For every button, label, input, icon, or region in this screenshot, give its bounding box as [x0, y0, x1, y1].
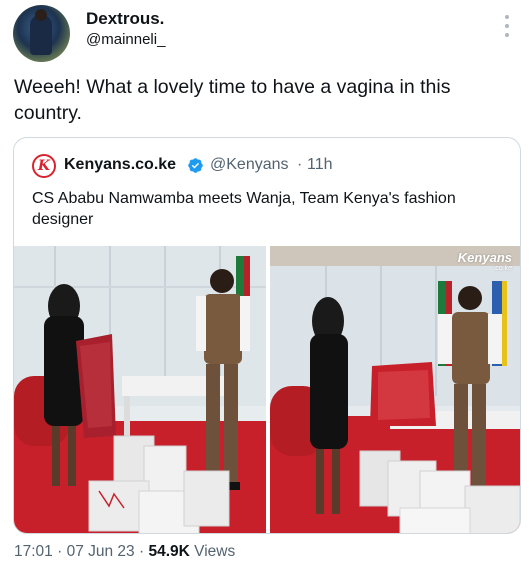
photo-left-scene	[14, 246, 266, 533]
quote-separator: ·	[297, 156, 303, 173]
author-handle[interactable]: @mainneli_	[86, 31, 165, 48]
avatar-head	[35, 9, 47, 21]
kenyans-watermark: Kenyans .co.ke	[457, 250, 512, 272]
author-display-name[interactable]: Dextrous.	[86, 9, 164, 29]
more-options-icon[interactable]	[504, 15, 510, 37]
author-avatar[interactable]	[13, 5, 70, 62]
tweet-date[interactable]: 07 Jun 23	[67, 543, 135, 561]
avatar-figure	[30, 15, 52, 55]
tweet-text: Weeeh! What a lovely time to have a vagi…	[14, 76, 451, 124]
quote-author-handle[interactable]: @Kenyans	[210, 156, 289, 174]
quote-photo-right[interactable]: Kenyans .co.ke	[270, 246, 520, 533]
quote-timestamp[interactable]: 11h	[307, 156, 333, 174]
kenyans-logo-letter: K	[37, 158, 51, 174]
photo-right-scene	[270, 246, 520, 533]
tweet-time[interactable]: 17:01	[14, 543, 53, 561]
meta-separator: ·	[134, 543, 149, 560]
views-label: Views	[189, 543, 236, 560]
meta-separator: ·	[52, 543, 67, 560]
tweet-meta: 17:01 · 07 Jun 23 · 54.9K Views	[14, 543, 235, 561]
quote-author-avatar[interactable]: K	[32, 154, 56, 178]
quote-text: CS Ababu Namwamba meets Wanja, Team Keny…	[32, 190, 456, 228]
verified-badge-icon	[188, 158, 203, 173]
quote-author-name[interactable]: Kenyans.co.ke	[64, 156, 176, 174]
quote-tweet-card[interactable]: K Kenyans.co.ke @Kenyans · 11h CS Ababu …	[13, 137, 521, 534]
quote-photo-left[interactable]	[14, 246, 266, 533]
views-count[interactable]: 54.9K	[148, 543, 189, 561]
